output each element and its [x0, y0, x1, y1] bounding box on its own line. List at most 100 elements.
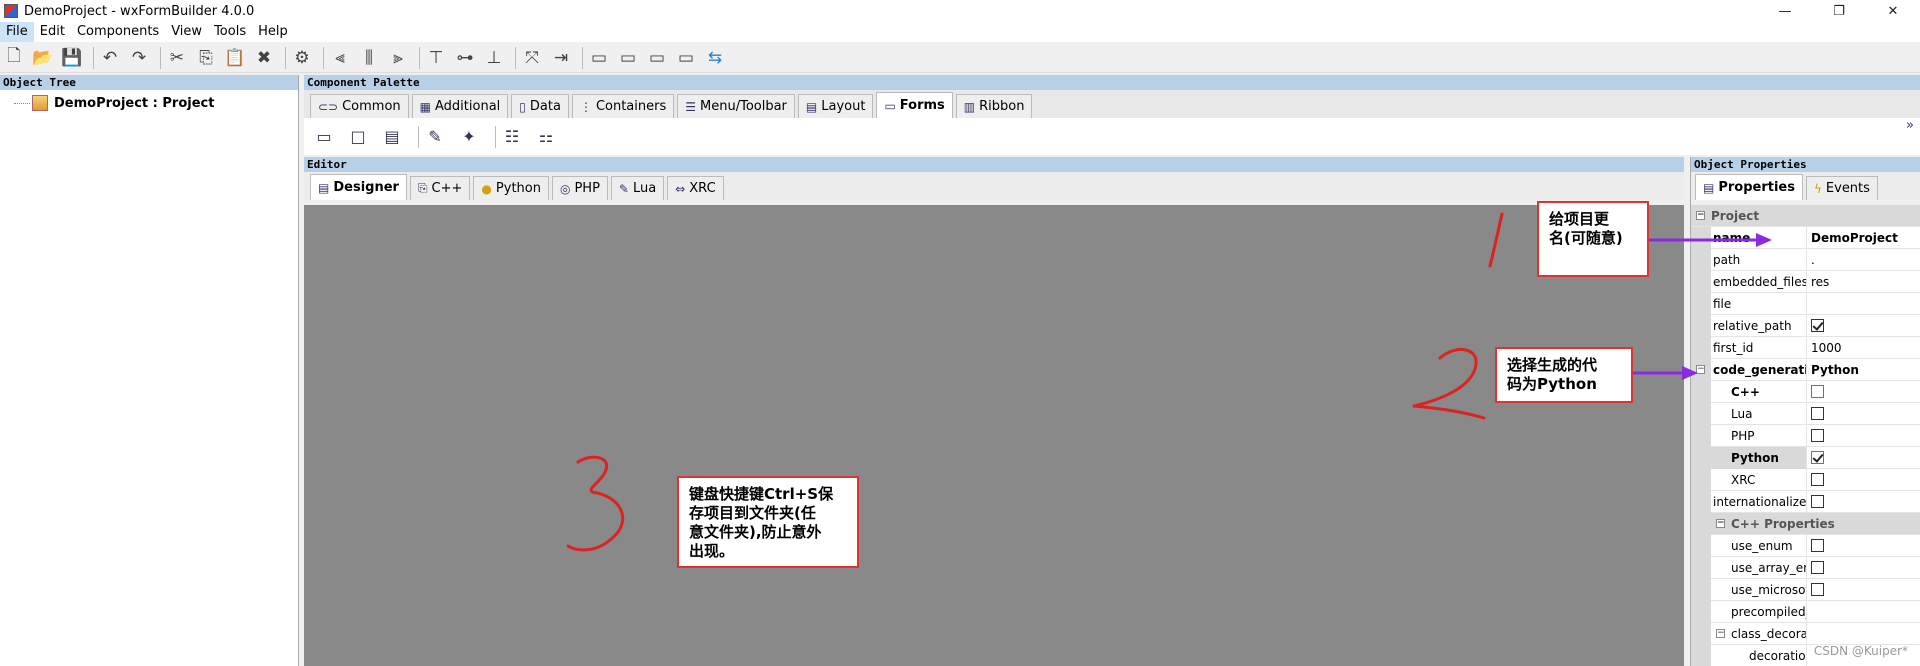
prop-row-lua[interactable]: Lua [1691, 402, 1920, 425]
prop-row-precompiled[interactable]: precompiled_header [1691, 600, 1920, 623]
toolbar-form-icon[interactable]: ⚏ [534, 125, 558, 149]
expand-icon[interactable]: ⤧ [520, 46, 544, 70]
tab-menu-toolbar[interactable]: ☰ Menu/Toolbar [677, 94, 795, 118]
prop-name-value[interactable]: DemoProject [1807, 227, 1920, 249]
redo-icon[interactable]: ↷ [127, 46, 151, 70]
swap-icon[interactable]: ⇆ [703, 46, 727, 70]
menu-file[interactable]: File [0, 22, 34, 42]
prop-row-php[interactable]: PHP [1691, 424, 1920, 447]
tab-events[interactable]: ϟ Events [1805, 176, 1878, 200]
collapse-icon[interactable]: − [1716, 519, 1725, 528]
tab-data[interactable]: ▯ Data [511, 94, 569, 118]
dialog-icon[interactable]: ▤ [380, 125, 404, 149]
tab-containers[interactable]: ⋮ Containers [571, 94, 675, 118]
tab-xrc[interactable]: ⇔ XRC [667, 176, 724, 200]
python-checkbox[interactable] [1811, 450, 1824, 464]
prop-row-relative-path[interactable]: relative_path [1691, 314, 1920, 337]
tab-forms[interactable]: ▭ Forms [876, 92, 953, 118]
category-project[interactable]: − Project [1691, 205, 1920, 227]
prop-embedded-files-value[interactable]: res [1807, 271, 1920, 293]
collapse-icon[interactable]: − [1716, 629, 1725, 638]
prop-row-embedded-files[interactable]: embedded_files_path res [1691, 270, 1920, 293]
prop-row-use-microsoft[interactable]: use_microsoft_bom [1691, 578, 1920, 601]
align-center-v-icon[interactable]: ⊶ [453, 46, 477, 70]
border-left-icon[interactable]: ▭ [645, 46, 669, 70]
tab-ribbon[interactable]: ▥ Ribbon [955, 94, 1033, 118]
prop-first-id-value[interactable]: 1000 [1807, 337, 1920, 359]
menu-view[interactable]: View [165, 22, 208, 42]
minimize-button[interactable]: — [1758, 0, 1812, 22]
stretch-icon[interactable]: ⇥ [549, 46, 573, 70]
prop-row-file[interactable]: file [1691, 292, 1920, 315]
cpp-checkbox[interactable] [1811, 384, 1824, 398]
prop-path-value[interactable]: . [1807, 249, 1920, 271]
php-checkbox[interactable] [1811, 428, 1824, 442]
menubar-form-icon[interactable]: ☷ [500, 125, 524, 149]
prop-row-cpp[interactable]: C++ [1691, 380, 1920, 403]
prop-row-internationalize[interactable]: internationalize [1691, 490, 1920, 513]
collapse-icon[interactable]: − [1696, 364, 1705, 374]
menu-components[interactable]: Components [71, 22, 165, 42]
restore-button[interactable]: ❐ [1812, 0, 1866, 22]
save-icon[interactable]: 💾 [60, 46, 84, 70]
prop-row-xrc[interactable]: XRC [1691, 468, 1920, 491]
tab-designer[interactable]: ▤ Designer [310, 174, 407, 200]
internationalize-checkbox[interactable] [1811, 494, 1824, 508]
align-top-icon[interactable]: ⊤ [424, 46, 448, 70]
open-folder-icon[interactable]: 📂 [31, 46, 55, 70]
collapse-icon[interactable]: − [1696, 211, 1705, 220]
wizard-page-icon[interactable]: ✦ [457, 125, 481, 149]
frame-icon[interactable]: ▭ [312, 125, 336, 149]
menu-help[interactable]: Help [252, 22, 294, 42]
panel-icon[interactable]: □ [346, 125, 370, 149]
prop-precompiled-value[interactable] [1807, 601, 1920, 623]
tab-python[interactable]: ● Python [473, 176, 549, 200]
new-project-icon[interactable]: 🗋 [2, 46, 26, 70]
tab-lua[interactable]: ✎ Lua [610, 176, 665, 200]
tab-properties[interactable]: ▤ Properties [1695, 174, 1803, 200]
cut-icon[interactable]: ✂ [165, 46, 189, 70]
tab-php[interactable]: ◎ PHP [551, 176, 608, 200]
tab-layout[interactable]: ▤ Layout [797, 94, 874, 118]
menu-tools[interactable]: Tools [208, 22, 252, 42]
border-top-icon[interactable]: ▭ [587, 46, 611, 70]
tab-common[interactable]: ⊂⊃ Common [310, 94, 409, 118]
menu-edit[interactable]: Edit [34, 22, 71, 42]
tab-additional[interactable]: ▦ Additional [411, 94, 509, 118]
use-array-enum-checkbox[interactable] [1811, 560, 1824, 574]
align-center-h-icon[interactable]: ⫼ [357, 46, 381, 70]
generate-code-gear-icon[interactable]: ⚙ [290, 46, 314, 70]
undo-icon[interactable]: ↶ [98, 46, 122, 70]
prop-row-first-id[interactable]: first_id 1000 [1691, 336, 1920, 359]
prop-row-code-generation[interactable]: − code_generation Python [1691, 358, 1920, 381]
category-cpp-properties[interactable]: − C++ Properties [1691, 512, 1920, 535]
border-right-icon[interactable]: ▭ [674, 46, 698, 70]
use-enum-checkbox[interactable] [1811, 538, 1824, 552]
prop-row-path[interactable]: path . [1691, 248, 1920, 271]
designer-canvas[interactable] [304, 205, 1684, 666]
lua-checkbox[interactable] [1811, 406, 1824, 420]
tree-root-item[interactable]: DemoProject : Project [14, 95, 214, 111]
align-right-icon[interactable]: ⫸ [386, 46, 410, 70]
use-microsoft-checkbox[interactable] [1811, 582, 1824, 596]
prop-file-value[interactable] [1807, 293, 1920, 315]
prop-row-class-decoration[interactable]: − class_decoration [1691, 622, 1920, 645]
prop-row-name[interactable]: name DemoProject [1691, 226, 1920, 249]
row-gutter [1691, 292, 1711, 315]
prop-row-use-enum[interactable]: use_enum [1691, 534, 1920, 557]
align-bottom-icon[interactable]: ⊥ [482, 46, 506, 70]
tab-cpp[interactable]: ⎘ C++ [409, 176, 471, 200]
align-left-icon[interactable]: ⫷ [328, 46, 352, 70]
paste-icon[interactable]: 📋 [223, 46, 247, 70]
border-bottom-icon[interactable]: ▭ [616, 46, 640, 70]
palette-more-icon[interactable]: » [1906, 118, 1914, 133]
wizard-icon[interactable]: ✎ [423, 125, 447, 149]
relative-path-checkbox[interactable] [1811, 318, 1824, 332]
prop-row-use-array-enum[interactable]: use_array_enum [1691, 556, 1920, 579]
delete-icon[interactable]: ✖ [252, 46, 276, 70]
prop-row-python[interactable]: Python [1691, 446, 1920, 469]
prop-code-generation-value[interactable]: Python [1807, 359, 1920, 381]
xrc-checkbox[interactable] [1811, 472, 1824, 486]
close-button[interactable]: ✕ [1866, 0, 1920, 22]
copy-icon[interactable]: ⎘ [194, 46, 218, 70]
